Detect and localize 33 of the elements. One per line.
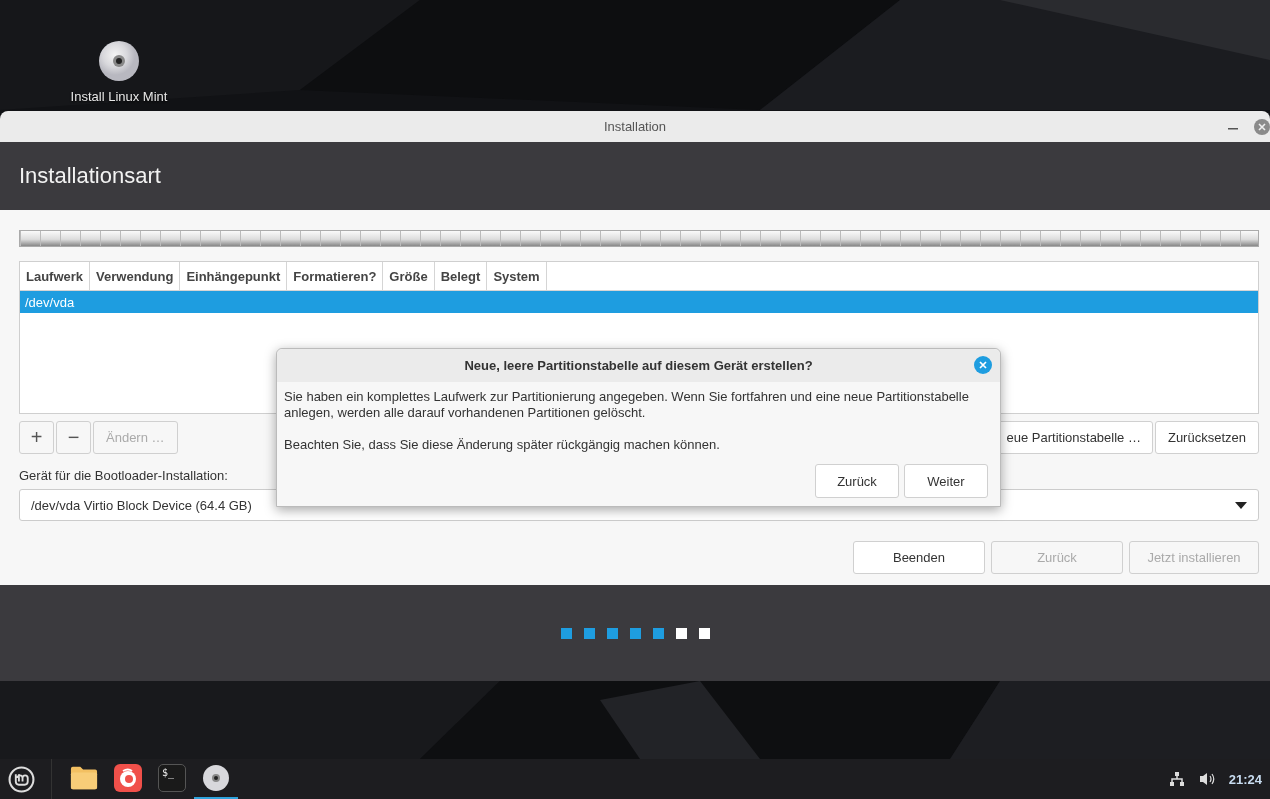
reset-button[interactable]: Zurücksetzen <box>1154 421 1259 454</box>
browser-icon[interactable] <box>114 764 142 792</box>
column-header[interactable]: System <box>487 262 547 290</box>
quit-button[interactable]: Beenden <box>853 541 985 574</box>
column-header[interactable]: Formatieren? <box>287 262 384 290</box>
column-header[interactable]: Verwendung <box>90 262 181 290</box>
column-header[interactable]: Größe <box>383 262 435 290</box>
window-title: Installation <box>603 119 667 134</box>
close-icon[interactable] <box>1254 119 1270 135</box>
close-icon[interactable] <box>974 356 992 374</box>
clock[interactable]: 21:24 <box>1228 771 1262 787</box>
dialog-message: Beachten Sie, dass Sie diese Änderung später rückgängig machen können. <box>284 437 721 453</box>
disc-icon[interactable] <box>202 764 230 792</box>
volume-icon[interactable] <box>1198 771 1215 787</box>
disc-icon[interactable] <box>98 40 140 82</box>
dialog-message: Sie haben ein komplettes Laufwerk zur Partitionierung angegeben. Wenn Sie fortfahren und eine neue Partitionstabelle anlegen, werden alle darauf vorhandenen Partitionen gelöscht. <box>284 389 970 421</box>
add-button[interactable]: + <box>19 421 54 454</box>
caret-icon <box>1235 501 1247 509</box>
terminal-icon[interactable]: $_ <box>158 764 186 792</box>
minimize-icon[interactable] <box>1228 128 1238 130</box>
column-header[interactable]: Belegt <box>434 262 488 290</box>
page-title: Installationsart <box>19 163 161 189</box>
column-header[interactable]: Einhängepunkt <box>180 262 288 290</box>
back-button[interactable]: Zurück <box>815 464 899 498</box>
bootloader-label: Gerät für die Bootloader-Installation: <box>19 468 228 483</box>
dialog-title: Neue, leere Partitionstabelle auf diesem Gerät erstellen? <box>464 358 813 373</box>
remove-button[interactable]: − <box>56 421 91 454</box>
folder-icon[interactable] <box>70 764 98 792</box>
desktop-icon-label[interactable]: Install Linux Mint <box>70 89 168 104</box>
network-icon[interactable] <box>1168 771 1185 787</box>
menu-icon[interactable] <box>8 765 35 793</box>
continue-button[interactable]: Weiter <box>904 464 988 498</box>
column-header[interactable]: Laufwerk <box>20 262 91 290</box>
